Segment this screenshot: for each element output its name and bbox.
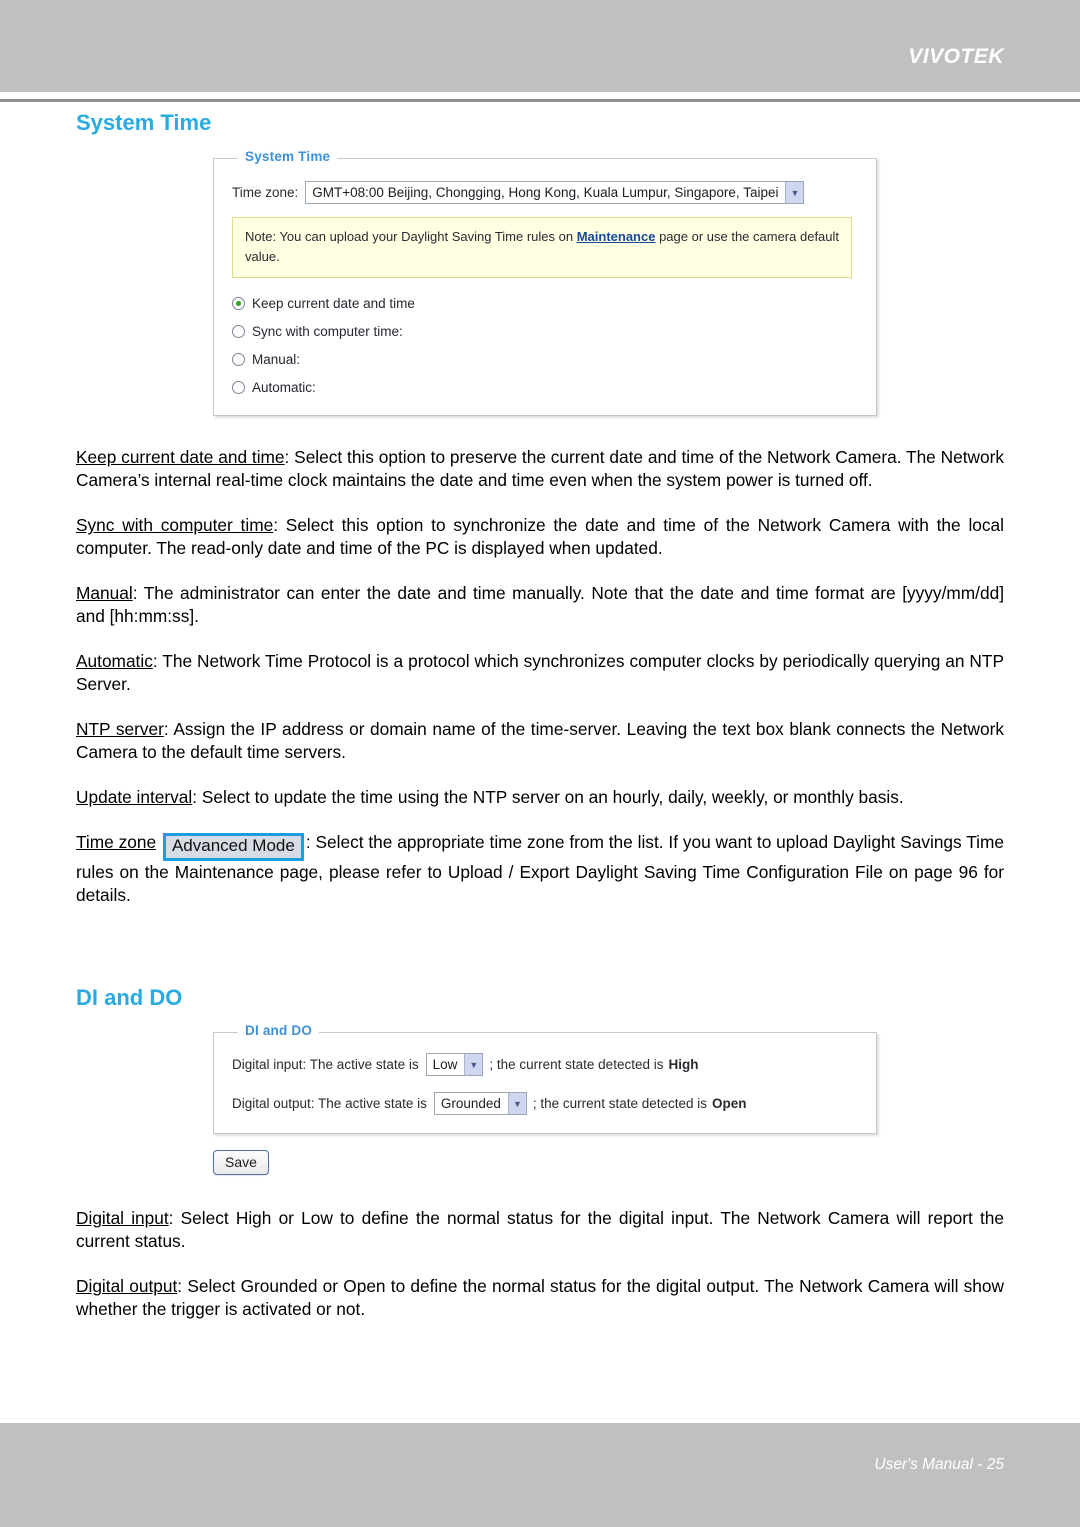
digital-input-row: Digital input: The active state is Low ▼… <box>232 1053 858 1077</box>
body-manual: : The administrator can enter the date a… <box>76 583 1004 627</box>
term-time-zone: Time zone <box>76 832 157 853</box>
daylight-saving-note: Note: You can upload your Daylight Savin… <box>232 217 852 279</box>
radio-icon-selected[interactable] <box>232 297 245 311</box>
timezone-select[interactable]: GMT+08:00 Beijing, Chongging, Hong Kong,… <box>305 181 805 204</box>
paragraph-update-interval: Update interval: Select to update the ti… <box>76 786 1004 809</box>
paragraph-time-zone: Time zone Advanced Mode: Select the appr… <box>76 831 1004 907</box>
radio-option-manual[interactable]: Manual: <box>232 352 858 367</box>
term-sync-computer: Sync with computer time <box>76 515 274 536</box>
radio-label: Manual: <box>252 352 301 368</box>
radio-icon[interactable] <box>232 325 245 339</box>
digital-input-current-state: High <box>668 1057 699 1073</box>
term-keep-current: Keep current date and time <box>76 447 285 468</box>
page-header: VIVOTEK <box>0 0 1080 92</box>
chevron-down-icon: ▼ <box>464 1054 483 1076</box>
radio-option-automatic[interactable]: Automatic: <box>232 380 858 395</box>
term-digital-input: Digital input <box>76 1208 169 1229</box>
digital-input-select[interactable]: Low ▼ <box>425 1053 484 1077</box>
digital-output-select[interactable]: Grounded ▼ <box>433 1092 527 1116</box>
digital-input-select-value: Low <box>432 1056 458 1072</box>
timezone-row: Time zone: GMT+08:00 Beijing, Chongging,… <box>232 181 858 204</box>
digital-output-current-state: Open <box>712 1096 747 1112</box>
timezone-label: Time zone: <box>232 185 299 200</box>
maintenance-link[interactable]: Maintenance <box>577 229 656 244</box>
paragraph-sync-computer: Sync with computer time: Select this opt… <box>76 514 1004 560</box>
footer-page-label: User's Manual - 25 <box>874 1456 1004 1473</box>
term-ntp-server: NTP server <box>76 719 164 740</box>
page-title-di-and-do: DI and DO <box>76 985 183 1011</box>
digital-input-label: Digital input: The active state is <box>232 1057 419 1073</box>
timezone-select-value: GMT+08:00 Beijing, Chongging, Hong Kong,… <box>312 184 779 200</box>
paragraph-ntp-server: NTP server: Assign the IP address or dom… <box>76 718 1004 764</box>
chevron-down-icon: ▼ <box>785 182 804 203</box>
term-update-interval: Update interval <box>76 787 193 808</box>
radio-icon[interactable] <box>232 353 245 367</box>
radio-option-sync-computer[interactable]: Sync with computer time: <box>232 324 858 339</box>
paragraph-digital-input: Digital input: Select High or Low to def… <box>76 1207 1004 1253</box>
save-button[interactable]: Save <box>213 1150 269 1176</box>
digital-output-row: Digital output: The active state is Grou… <box>232 1092 858 1116</box>
digital-output-mid-text: ; the current state detected is <box>532 1096 708 1112</box>
body-digital-output: : Select Grounded or Open to define the … <box>76 1276 1004 1320</box>
digital-output-select-value: Grounded <box>440 1095 501 1111</box>
time-mode-radio-group: Keep current date and time Sync with com… <box>232 296 858 395</box>
page-content: System Time System Time Time zone: GMT+0… <box>0 110 1080 1321</box>
di-do-panel-legend: DI and DO <box>238 1023 320 1039</box>
paragraph-automatic: Automatic: The Network Time Protocol is … <box>76 650 1004 696</box>
vivotek-logo: VIVOTEK <box>908 45 1004 68</box>
radio-label: Keep current date and time <box>252 296 415 312</box>
paragraph-keep-current: Keep current date and time: Select this … <box>76 446 1004 492</box>
digital-output-label: Digital output: The active state is <box>232 1096 427 1112</box>
page-footer: User's Manual - 25 <box>0 1423 1080 1527</box>
advanced-mode-badge: Advanced Mode <box>162 833 304 862</box>
chevron-down-icon: ▼ <box>507 1093 526 1115</box>
system-time-panel-legend: System Time <box>238 149 338 164</box>
body-ntp-server: : Assign the IP address or domain name o… <box>76 719 1004 763</box>
digital-input-mid-text: ; the current state detected is <box>489 1057 664 1073</box>
paragraph-manual: Manual: The administrator can enter the … <box>76 582 1004 628</box>
body-digital-input: : Select High or Low to define the norma… <box>76 1208 1004 1252</box>
system-time-panel: System Time Time zone: GMT+08:00 Beijing… <box>213 149 877 417</box>
radio-label: Sync with computer time: <box>252 324 403 340</box>
di-do-panel: DI and DO Digital input: The active stat… <box>213 1023 877 1135</box>
paragraph-digital-output: Digital output: Select Grounded or Open … <box>76 1275 1004 1321</box>
radio-label: Automatic: <box>252 380 316 396</box>
header-divider <box>0 99 1080 102</box>
term-automatic: Automatic <box>76 651 153 672</box>
radio-option-keep-current[interactable]: Keep current date and time <box>232 296 858 311</box>
page-title-system-time: System Time <box>76 110 212 135</box>
term-digital-output: Digital output <box>76 1276 178 1297</box>
body-update-interval: : Select to update the time using the NT… <box>192 787 904 808</box>
body-automatic: : The Network Time Protocol is a protoco… <box>76 651 1004 695</box>
radio-icon[interactable] <box>232 381 245 395</box>
note-text-before: Note: You can upload your Daylight Savin… <box>245 229 577 244</box>
term-manual: Manual <box>76 583 133 604</box>
